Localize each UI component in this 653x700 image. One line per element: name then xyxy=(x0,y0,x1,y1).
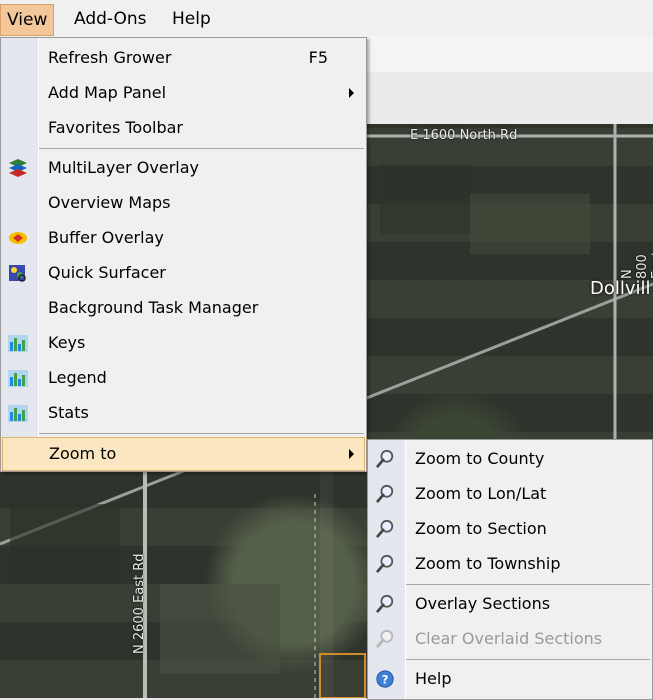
menu-item-label: Refresh Grower xyxy=(48,48,172,67)
bar-chart-icon xyxy=(8,370,28,387)
magnifier-icon xyxy=(376,484,394,503)
menu-item-label: Background Task Manager xyxy=(48,298,259,317)
zoom-to-submenu: Zoom to County Zoom to Lon/Lat Zoom to S… xyxy=(367,439,653,700)
menu-item-overview-maps[interactable]: Overview Maps xyxy=(1,186,366,220)
menu-item-label: Favorites Toolbar xyxy=(48,118,183,137)
menu-add-ons[interactable]: Add-Ons xyxy=(68,6,153,32)
magnifier-icon xyxy=(376,554,394,573)
layers-icon xyxy=(9,159,27,177)
menu-item-quick-surfacer[interactable]: Quick Surfacer xyxy=(1,256,366,290)
menu-item-add-map-panel[interactable]: Add Map Panel xyxy=(1,76,366,110)
menu-item-keys[interactable]: Keys xyxy=(1,326,366,360)
menu-separator xyxy=(39,433,364,434)
menu-bar: View Add-Ons Help xyxy=(0,0,653,37)
menu-item-favorites-toolbar[interactable]: Favorites Toolbar xyxy=(1,111,366,145)
menu-item-label: Quick Surfacer xyxy=(48,263,166,282)
menu-item-label: Keys xyxy=(48,333,86,352)
menu-item-label: Zoom to Section xyxy=(415,519,547,538)
menu-item-background-task-manager[interactable]: Background Task Manager xyxy=(1,291,366,325)
menu-item-label: Stats xyxy=(48,403,89,422)
menu-item-label: Help xyxy=(415,669,452,688)
menu-item-overlay-sections[interactable]: Overlay Sections xyxy=(368,587,652,621)
menu-help[interactable]: Help xyxy=(166,6,217,32)
submenu-arrow-icon xyxy=(349,88,354,98)
menu-separator xyxy=(406,659,650,660)
menu-item-label: Buffer Overlay xyxy=(48,228,164,247)
menu-item-buffer-overlay[interactable]: Buffer Overlay xyxy=(1,221,366,255)
menu-separator xyxy=(39,148,364,149)
svg-text:?: ? xyxy=(382,673,389,687)
buffer-icon xyxy=(9,232,27,244)
menu-item-zoom-to-lon-lat[interactable]: Zoom to Lon/Lat xyxy=(368,477,652,511)
road-label-west: N 2600 East Rd xyxy=(132,553,147,654)
submenu-arrow-icon xyxy=(349,449,354,459)
magnifier-icon xyxy=(376,449,394,468)
view-menu: Refresh Grower F5 Add Map Panel Favorite… xyxy=(0,37,367,472)
menu-item-label: Zoom to County xyxy=(415,449,545,468)
menu-item-multilayer-overlay[interactable]: MultiLayer Overlay xyxy=(1,151,366,185)
menu-item-label: Legend xyxy=(48,368,107,387)
menu-item-clear-overlaid-sections: Clear Overlaid Sections xyxy=(368,622,652,656)
menu-item-zoom-to[interactable]: Zoom to xyxy=(2,437,365,471)
place-label: Dollvill xyxy=(590,278,651,299)
menu-item-help[interactable]: ? Help xyxy=(368,662,652,696)
bar-chart-icon xyxy=(8,405,28,422)
road-label-north: E 1600 North Rd xyxy=(410,128,518,143)
menu-separator xyxy=(406,584,650,585)
menu-item-refresh-grower[interactable]: Refresh Grower F5 xyxy=(1,41,366,75)
menu-item-label: Overlay Sections xyxy=(415,594,551,613)
help-icon: ? xyxy=(376,670,394,688)
menu-item-label: Overview Maps xyxy=(48,193,171,212)
magnifier-icon xyxy=(376,594,394,613)
surfacer-icon xyxy=(9,265,26,282)
menu-item-label: Zoom to xyxy=(49,444,117,463)
menu-item-legend[interactable]: Legend xyxy=(1,361,366,395)
menu-item-label: MultiLayer Overlay xyxy=(48,158,200,177)
menu-item-zoom-to-township[interactable]: Zoom to Township xyxy=(368,547,652,581)
menu-item-label: Zoom to Lon/Lat xyxy=(415,484,547,503)
bar-chart-icon xyxy=(8,335,28,352)
menu-view[interactable]: View xyxy=(0,4,55,36)
menu-item-label: Add Map Panel xyxy=(48,83,167,102)
menu-item-label: Zoom to Township xyxy=(415,554,561,573)
menu-item-label: Clear Overlaid Sections xyxy=(415,629,603,648)
shortcut-label: F5 xyxy=(308,48,328,67)
magnifier-icon xyxy=(376,519,394,538)
menu-item-zoom-to-section[interactable]: Zoom to Section xyxy=(368,512,652,546)
magnifier-icon xyxy=(376,629,394,648)
menu-item-zoom-to-county[interactable]: Zoom to County xyxy=(368,442,652,476)
road-label-east: N 800 East Rd xyxy=(620,250,653,279)
menu-item-stats[interactable]: Stats xyxy=(1,396,366,430)
